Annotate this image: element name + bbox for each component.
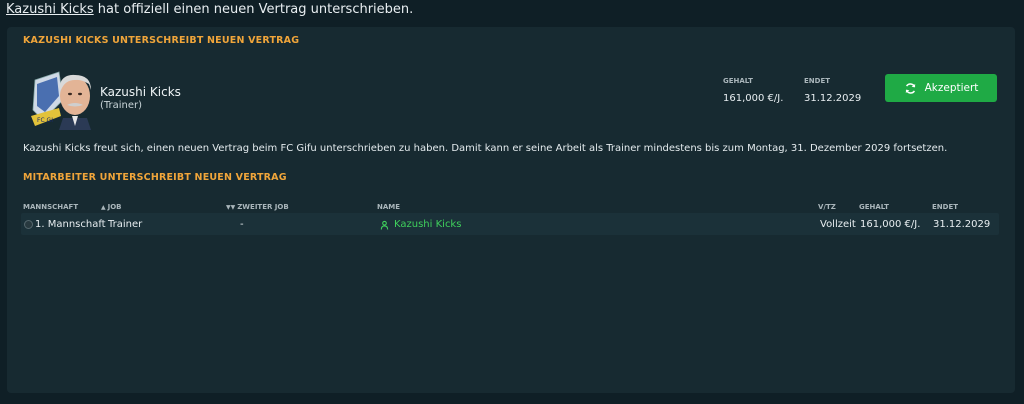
row-vtz: Vollzeit (820, 219, 856, 230)
person-icon (380, 220, 389, 230)
ends-value: 31.12.2029 (804, 93, 862, 104)
column-header-vtz[interactable]: V/TZ (818, 203, 836, 211)
row-team: 1. Mannschaft (35, 219, 106, 230)
club-badge-icon: FC GI (31, 71, 64, 126)
row-ends: 31.12.2029 (933, 219, 991, 230)
refresh-icon (905, 82, 915, 94)
column-header-salary[interactable]: GEHALT (859, 203, 889, 211)
column-header-job[interactable]: ▲ JOB (101, 203, 122, 211)
accepted-button[interactable]: Akzeptiert (885, 74, 997, 102)
status-dot-icon (24, 220, 33, 229)
contract-description: Kazushi Kicks freut sich, einen neuen Ve… (23, 143, 948, 154)
column-header-name[interactable]: NAME (377, 203, 400, 211)
staff-section-title: MITARBEITER UNTERSCHREIBT NEUEN VERTRAG (23, 172, 287, 183)
headline-person-link[interactable]: Kazushi Kicks (6, 2, 94, 17)
news-headline: Kazushi Kicks hat offiziell einen neuen … (6, 2, 413, 17)
headline-text: hat offiziell einen neuen Vertrag unters… (93, 2, 414, 17)
salary-value: 161,000 €/J. (723, 93, 784, 104)
row-job: Trainer (108, 219, 143, 230)
contract-section-title: KAZUSHI KICKS UNTERSCHREIBT NEUEN VERTRA… (23, 35, 300, 46)
svg-text:FC GI: FC GI (37, 117, 53, 124)
column-header-second-job-label: ZWEITER JOB (237, 203, 289, 211)
column-header-second-job[interactable]: ▼▼ ZWEITER JOB (226, 203, 289, 211)
column-header-job-label: JOB (107, 203, 122, 211)
accepted-button-label: Akzeptiert (924, 82, 979, 94)
staff-role: (Trainer) (100, 100, 143, 111)
row-salary: 161,000 €/J. (860, 219, 921, 230)
salary-label: GEHALT (723, 77, 753, 85)
column-header-team[interactable]: MANNSCHAFT (23, 203, 78, 211)
row-name-link[interactable]: Kazushi Kicks (394, 219, 461, 230)
sort-asc-icon: ▲ (101, 204, 106, 211)
sort-toggle-icon: ▼▼ (226, 204, 236, 211)
contract-panel: KAZUSHI KICKS UNTERSCHREIBT NEUEN VERTRA… (7, 27, 1015, 393)
column-header-ends[interactable]: ENDET (932, 203, 958, 211)
ends-label: ENDET (804, 77, 831, 85)
staff-name[interactable]: Kazushi Kicks (100, 85, 181, 99)
row-second-job: - (240, 219, 244, 230)
staff-portrait[interactable]: FC GI (29, 70, 97, 130)
